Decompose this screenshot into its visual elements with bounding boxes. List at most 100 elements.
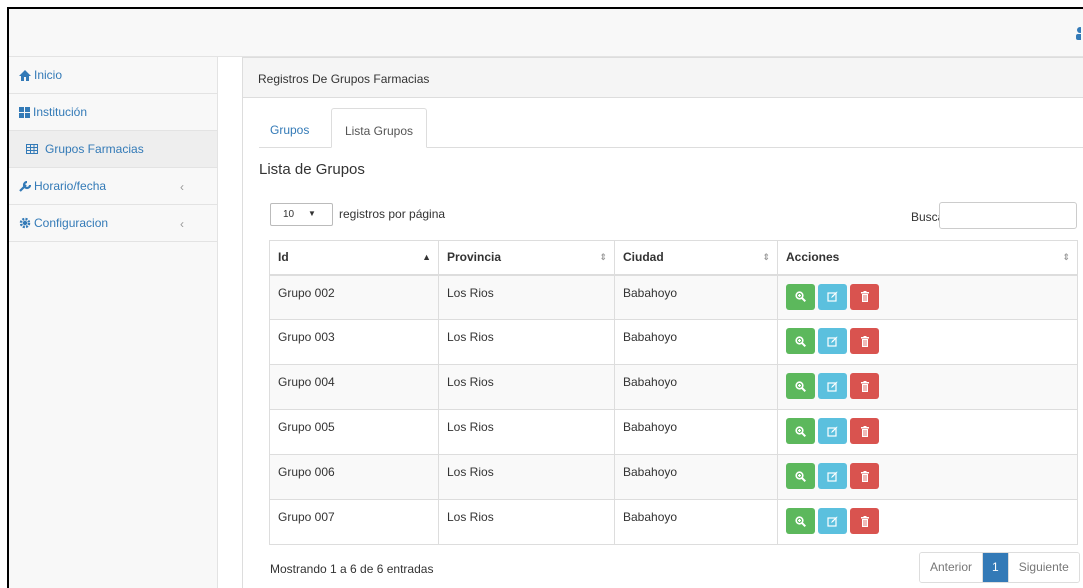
cell-id: Grupo 002 — [269, 274, 439, 320]
edit-icon — [827, 516, 838, 527]
delete-icon — [860, 335, 870, 347]
cell-id: Grupo 003 — [269, 319, 439, 365]
cell-acciones — [777, 364, 1078, 410]
app-frame: Inicio Institución Grupos Farmacias Hora… — [7, 7, 1083, 588]
view-icon — [795, 425, 806, 437]
cell-id: Grupo 006 — [269, 454, 439, 500]
tab-bar: Grupos Lista Grupos — [259, 108, 1083, 148]
page-length-select[interactable]: 10 ▼ — [270, 203, 333, 226]
chevron-left-icon: ‹ — [180, 217, 184, 231]
delete-icon — [860, 291, 870, 302]
cell-provincia: Los Rios — [438, 319, 615, 365]
next-page-button[interactable]: Siguiente — [1007, 553, 1079, 582]
tab-grupos[interactable]: Grupos — [270, 108, 309, 148]
page-length-label: registros por página — [339, 207, 446, 221]
cell-provincia: Los Rios — [438, 454, 615, 500]
edit-button[interactable] — [818, 328, 847, 354]
sort-icon: ⇕ — [762, 252, 770, 262]
sidebar-item-label: Horario/fecha — [34, 179, 107, 193]
sidebar-item-label: Configuracion — [34, 216, 109, 230]
delete-button[interactable] — [850, 283, 879, 310]
prev-page-button[interactable]: Anterior — [920, 553, 983, 582]
cell-provincia: Los Rios — [438, 499, 615, 545]
cell-provincia: Los Rios — [438, 274, 615, 320]
cell-provincia: Los Rios — [438, 409, 615, 455]
sort-icon: ⇕ — [599, 252, 607, 262]
delete-button[interactable] — [850, 463, 879, 489]
delete-button[interactable] — [850, 328, 879, 354]
gear-icon — [19, 217, 31, 229]
column-header-provincia[interactable]: Provincia ⇕ — [438, 240, 615, 276]
sidebar-item-institucion[interactable]: Institución — [9, 94, 217, 131]
sidebar-item-label: Institución — [33, 105, 88, 119]
page-1-button[interactable]: 1 — [982, 553, 1008, 582]
header-label: Id — [278, 250, 289, 265]
header-label: Provincia — [447, 250, 502, 265]
view-button[interactable] — [786, 508, 815, 534]
cell-ciudad: Babahoyo — [614, 274, 778, 320]
cell-id: Grupo 005 — [269, 409, 439, 455]
user-icon[interactable] — [1075, 26, 1081, 40]
edit-button[interactable] — [818, 373, 847, 399]
chevron-left-icon: ‹ — [180, 180, 184, 194]
grid-icon — [19, 106, 30, 118]
panel-heading: Registros De Grupos Farmacias — [243, 58, 1083, 98]
sort-asc-icon: ▲ — [422, 252, 431, 262]
edit-button[interactable] — [818, 418, 847, 444]
view-icon — [795, 470, 806, 482]
edit-icon — [827, 426, 838, 437]
delete-icon — [860, 380, 870, 392]
sidebar-item-configuracion[interactable]: Configuracion ‹ — [9, 205, 217, 242]
list-title: Lista de Grupos — [259, 161, 365, 178]
cell-id: Grupo 007 — [269, 499, 439, 545]
column-header-acciones[interactable]: Acciones ⇕ — [777, 240, 1078, 276]
cell-acciones — [777, 454, 1078, 500]
table-icon — [26, 144, 38, 154]
column-header-id[interactable]: Id ▲ — [269, 240, 439, 276]
view-icon — [795, 335, 806, 347]
cell-acciones — [777, 409, 1078, 455]
delete-icon — [860, 425, 870, 437]
column-header-ciudad[interactable]: Ciudad ⇕ — [614, 240, 778, 276]
delete-button[interactable] — [850, 508, 879, 534]
table-row: Grupo 003 Los Rios Babahoyo — [269, 319, 1078, 365]
edit-button[interactable] — [818, 508, 847, 534]
wrench-icon — [19, 180, 31, 192]
table-row: Grupo 006 Los Rios Babahoyo — [269, 454, 1078, 500]
sidebar-item-horario-fecha[interactable]: Horario/fecha ‹ — [9, 168, 217, 205]
sidebar: Inicio Institución Grupos Farmacias Hora… — [9, 57, 218, 588]
cell-acciones — [777, 499, 1078, 545]
tab-lista-grupos[interactable]: Lista Grupos — [331, 108, 427, 148]
sidebar-item-grupos-farmacias[interactable]: Grupos Farmacias — [9, 131, 217, 168]
cell-acciones — [777, 274, 1078, 320]
table-row: Grupo 004 Los Rios Babahoyo — [269, 364, 1078, 410]
edit-button[interactable] — [818, 463, 847, 489]
pagination: Anterior 1 Siguiente — [919, 552, 1080, 583]
header-label: Acciones — [786, 250, 840, 265]
table-row: Grupo 007 Los Rios Babahoyo — [269, 499, 1078, 545]
view-button[interactable] — [786, 328, 815, 354]
sidebar-item-label: Grupos Farmacias — [45, 142, 144, 156]
delete-button[interactable] — [850, 373, 879, 399]
view-button[interactable] — [786, 463, 815, 489]
edit-icon — [827, 336, 838, 347]
home-icon — [19, 69, 31, 81]
cell-ciudad: Babahoyo — [614, 454, 778, 500]
top-navbar — [9, 9, 1083, 57]
edit-button[interactable] — [818, 283, 847, 310]
table-row: Grupo 002 Los Rios Babahoyo — [269, 274, 1078, 320]
table-row: Grupo 005 Los Rios Babahoyo — [269, 409, 1078, 455]
caret-down-icon: ▼ — [308, 209, 316, 218]
view-button[interactable] — [786, 418, 815, 444]
edit-icon — [827, 381, 838, 392]
search-input[interactable] — [939, 202, 1077, 229]
view-button[interactable] — [786, 373, 815, 399]
view-button[interactable] — [786, 283, 815, 310]
cell-provincia: Los Rios — [438, 364, 615, 410]
edit-icon — [827, 291, 838, 302]
sort-icon: ⇕ — [1062, 252, 1070, 262]
delete-button[interactable] — [850, 418, 879, 444]
sidebar-item-inicio[interactable]: Inicio — [9, 57, 217, 94]
cell-acciones — [777, 319, 1078, 365]
delete-icon — [860, 470, 870, 482]
